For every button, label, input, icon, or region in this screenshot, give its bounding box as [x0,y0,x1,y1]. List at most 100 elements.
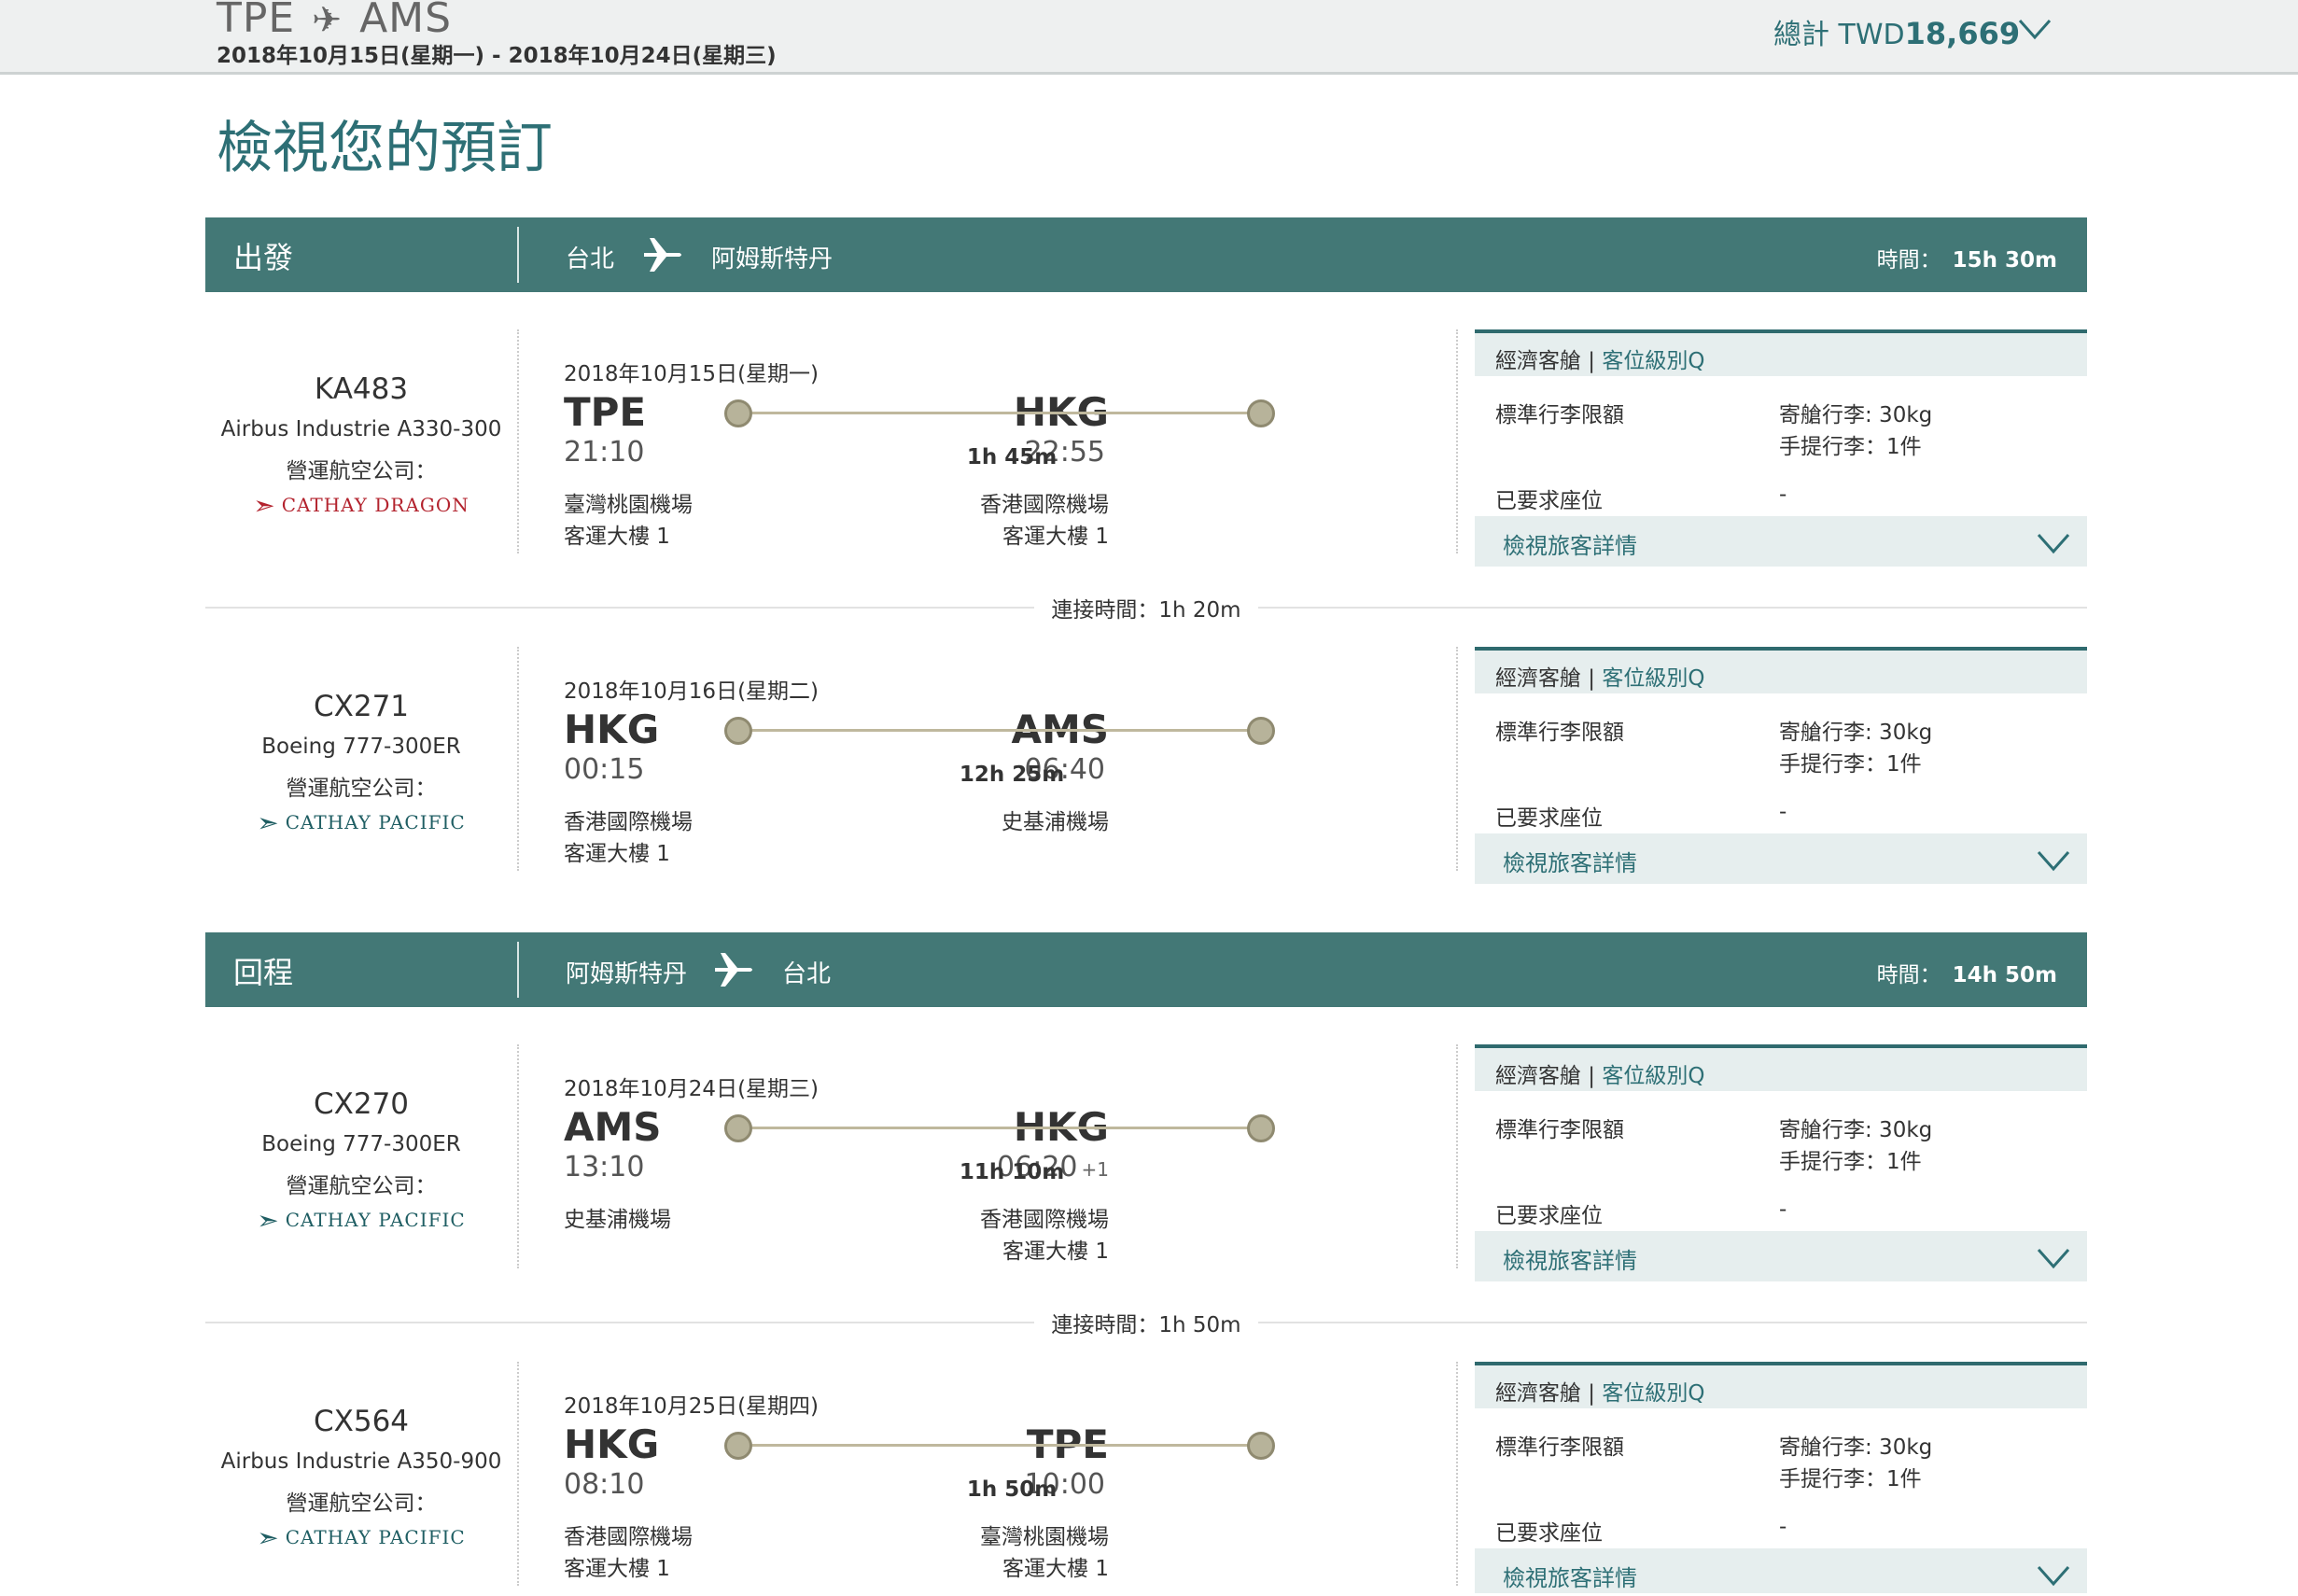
flight-route: 2018年10月15日(星期一) TPE HKG 21:10 22:55 臺灣桃… [564,329,1618,553]
departure-airport: 臺灣桃園機場 [564,493,693,517]
flight-date: 2018年10月15日(星期一) [564,362,820,386]
flight-number: CX564 [313,1405,410,1438]
cabin-class: 經濟客艙 | 客位級別Q [1475,329,2087,376]
fare-class[interactable]: 客位級別Q [1602,666,1704,691]
fare-class[interactable]: 客位級別Q [1602,349,1704,373]
arrival-dot [1247,717,1275,745]
aircraft-type: Airbus Industrie A330-300 [220,417,502,441]
origin-code: TPE [217,0,296,42]
flight-route: 2018年10月16日(星期二) HKG AMS 00:15 06:40 香港國… [564,647,1618,871]
airline-swoosh-icon: ➣ [257,1205,280,1236]
airline-swoosh-icon: ➣ [257,1522,280,1553]
connection-text: 連接時間：1h 20m [1034,598,1258,623]
carry-on-baggage: 手提行李：1件 [1779,435,1922,459]
route-line [737,412,1260,414]
section-header-outbound: 出發 台北 阿姆斯特丹 時間： 15h 30m [205,217,2087,292]
airline-name: CATHAY PACIFIC [285,811,466,833]
section-header-return: 回程 阿姆斯特丹 台北 時間： 14h 50m [205,932,2087,1007]
divider [1456,329,1458,553]
cabin-class: 經濟客艙 | 客位級別Q [1475,1362,2087,1408]
section-to: 台北 [782,960,832,988]
cabin-label: 經濟客艙 | [1495,1381,1596,1406]
connection-time: 連接時間：1h 50m [205,1303,2087,1340]
departure-dot [724,399,752,427]
arrival-terminal: 客運大樓 1 [1002,1557,1109,1581]
chevron-down-icon[interactable] [2037,847,2070,875]
route-line [737,1444,1260,1447]
arrival-dot [1247,1432,1275,1460]
departure-airport: 香港國際機場 [564,1525,693,1549]
operator-label: 營運航空公司： [286,1491,437,1516]
chevron-down-icon[interactable] [2016,13,2053,45]
plane-icon [644,238,681,272]
chevron-down-icon[interactable] [2037,1561,2070,1589]
view-passenger-label: 檢視旅客詳情 [1503,1565,1637,1591]
route-line [737,1127,1260,1129]
view-passenger-details-button[interactable]: 檢視旅客詳情 [1475,1548,2087,1593]
page-title: 檢視您的預訂 [217,116,553,181]
duration-label: 時間： [1876,248,1941,273]
baggage-label: 標準行李限額 [1495,1118,1624,1142]
divider [1456,647,1458,871]
fare-class[interactable]: 客位級別Q [1602,1381,1704,1406]
flight-duration: 12h 25m [959,763,1065,787]
section-from: 阿姆斯特丹 [566,960,688,988]
view-passenger-details-button[interactable]: 檢視旅客詳情 [1475,1231,2087,1281]
airline-logo: ➣ CATHAY PACIFIC [205,1522,517,1553]
departure-time: 00:15 [564,753,645,786]
arrival-airport: 香港國際機場 [980,1208,1109,1232]
chevron-down-icon[interactable] [2037,1244,2070,1272]
fare-class[interactable]: 客位級別Q [1602,1064,1704,1088]
flight-segment: CX564 Airbus Industrie A350-900 營運航空公司： … [205,1362,2087,1596]
departure-terminal: 客運大樓 1 [564,842,670,866]
chevron-down-icon[interactable] [2037,529,2070,557]
view-passenger-details-button[interactable]: 檢視旅客詳情 [1475,833,2087,884]
arrival-airport: 香港國際機場 [980,493,1109,517]
seat-label: 已要求座位 [1495,806,1603,831]
fare-details: 經濟客艙 | 客位級別Q 標準行李限額 寄艙行李: 30kg 手提行李：1件 已… [1475,329,2087,567]
divider [517,227,519,283]
total-price[interactable]: 總計 TWD18,669 [1773,11,2020,52]
arrival-dot [1247,1114,1275,1142]
arrival-terminal: 客運大樓 1 [1002,525,1109,549]
operator-label: 營運航空公司： [286,1174,437,1198]
divider [1456,1044,1458,1268]
connection-text-wrap: 連接時間：1h 50m [205,1307,2087,1338]
departure-time: 08:10 [564,1468,645,1501]
flight-date: 2018年10月16日(星期二) [564,679,820,704]
departure-dot [724,1432,752,1460]
departure-time: 13:10 [564,1151,645,1183]
flight-segment: CX271 Boeing 777-300ER 營運航空公司： ➣ CATHAY P… [205,647,2087,889]
departure-airport: 香港國際機場 [564,810,693,834]
checked-baggage: 寄艙行李: 30kg [1779,1118,1933,1142]
departure-terminal: 客運大樓 1 [564,525,670,549]
view-passenger-label: 檢視旅客詳情 [1503,850,1637,876]
departure-dot [724,717,752,745]
aircraft-type: Airbus Industrie A350-900 [220,1449,502,1474]
arrival-terminal: 客運大樓 1 [1002,1239,1109,1264]
baggage-label: 標準行李限額 [1495,721,1624,745]
divider [517,942,519,998]
operator-label: 營運航空公司： [286,777,437,801]
duration-value: 15h 30m [1952,248,2057,273]
seat-value: - [1779,800,1787,824]
flight-duration: 1h 45m [966,445,1058,469]
trip-dates: 2018年10月15日(星期一) - 2018年10月24日(星期三) [217,44,777,68]
cabin-label: 經濟客艙 | [1495,1064,1596,1088]
flight-number: KA483 [314,372,409,406]
departure-code: TPE [564,389,647,435]
view-passenger-details-button[interactable]: 檢視旅客詳情 [1475,516,2087,567]
departure-code: HKG [564,707,660,752]
arrival-airport: 史基浦機場 [1002,810,1109,834]
flight-route: 2018年10月24日(星期三) AMS HKG 13:10 06:20 +1 史… [564,1044,1618,1268]
flight-number: CX271 [313,690,410,723]
section-label: 出發 [233,240,294,275]
cabin-class: 經濟客艙 | 客位級別Q [1475,647,2087,693]
duration-label: 時間： [1876,963,1941,987]
fare-details: 經濟客艙 | 客位級別Q 標準行李限額 寄艙行李: 30kg 手提行李：1件 已… [1475,1044,2087,1281]
divider [1456,1362,1458,1586]
seat-label: 已要求座位 [1495,489,1603,513]
departure-time: 21:10 [564,436,645,469]
total-amount: 18,669 [1904,16,2021,51]
fare-details: 經濟客艙 | 客位級別Q 標準行李限額 寄艙行李: 30kg 手提行李：1件 已… [1475,1362,2087,1596]
